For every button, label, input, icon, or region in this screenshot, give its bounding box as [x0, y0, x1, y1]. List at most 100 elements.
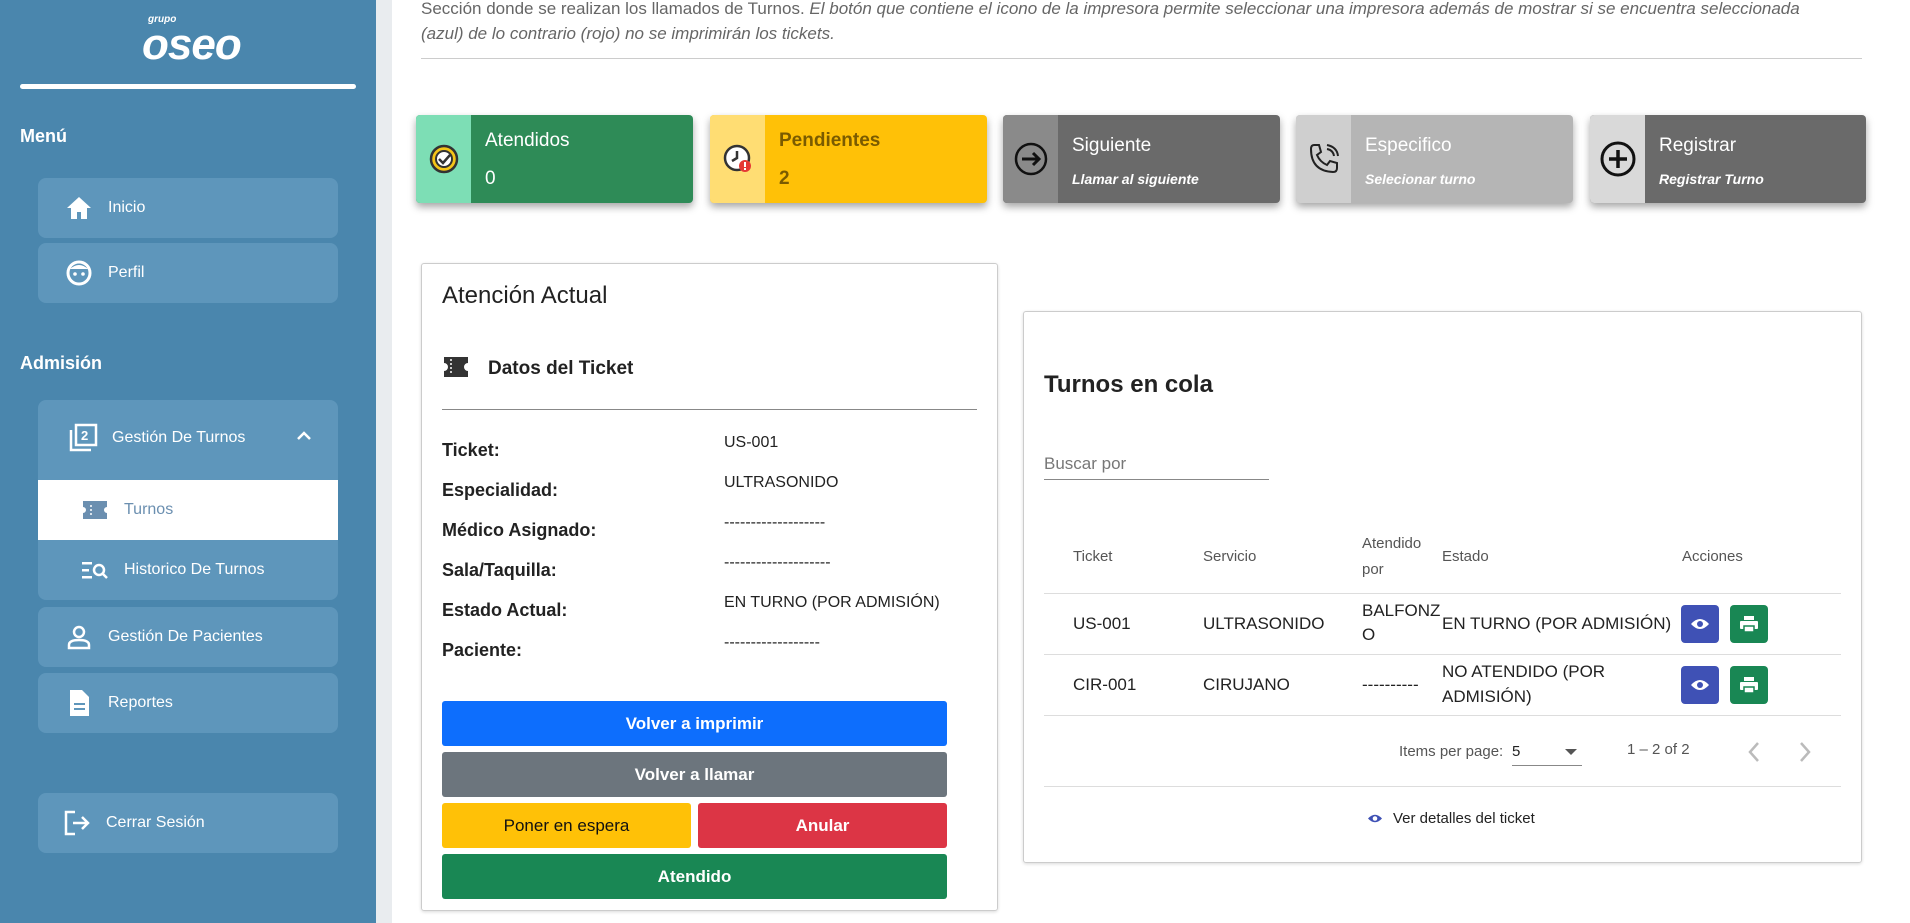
nav-perfil-label: Perfil — [108, 264, 145, 281]
logo: grupo oseo — [0, 0, 376, 85]
medico-label: Médico Asignado: — [442, 520, 597, 540]
col-header-estado[interactable]: Estado — [1442, 548, 1489, 565]
home-icon — [62, 191, 96, 225]
sala-value: -------------------- — [724, 554, 831, 571]
sala-label: Sala/Taquilla: — [442, 560, 557, 580]
row2-ticket: CIR-001 — [1073, 675, 1137, 694]
row1-view-button[interactable] — [1681, 605, 1719, 643]
eye-icon — [1691, 680, 1709, 690]
nav-gestion-pacientes-label: Gestión De Pacientes — [108, 628, 263, 645]
page-description: Sección donde se realizan los llamados d… — [421, 0, 1871, 46]
turnos-cola-title: Turnos en cola — [1044, 371, 1213, 398]
estado-label: Estado Actual: — [442, 600, 568, 620]
svg-text:2: 2 — [81, 428, 88, 443]
nav-inicio[interactable]: Inicio — [38, 178, 338, 238]
card-especifico[interactable]: Especifico Selecionar turno — [1296, 115, 1573, 203]
col-header-servicio[interactable]: Servicio — [1203, 548, 1256, 565]
card-atendidos-title: Atendidos — [485, 130, 570, 151]
datos-ticket-title: Datos del Ticket — [488, 358, 634, 379]
poner-espera-button[interactable]: Poner en espera — [442, 803, 691, 848]
chevron-up-icon[interactable] — [296, 428, 312, 446]
card-pendientes-value: 2 — [779, 168, 790, 189]
add-circle-icon — [1590, 115, 1645, 203]
nav-reportes[interactable]: Reportes — [38, 673, 338, 733]
card-atendidos-value: 0 — [485, 168, 496, 189]
row2-view-button[interactable] — [1681, 666, 1719, 704]
card-registrar-sub: Registrar Turno — [1659, 171, 1764, 187]
description-text-1: Sección donde se realizan los llamados d… — [421, 0, 805, 18]
ticket-value: US-001 — [724, 434, 779, 451]
row1-estado: EN TURNO (POR ADMISIÓN) — [1442, 614, 1672, 633]
nav-inicio-label: Inicio — [108, 199, 146, 216]
next-page-button[interactable] — [1798, 740, 1812, 769]
dropdown-arrow-icon — [1565, 749, 1577, 755]
previous-page-button[interactable] — [1747, 740, 1761, 769]
card-especifico-sub: Selecionar turno — [1365, 171, 1476, 187]
ver-detalles-label: Ver detalles del ticket — [1393, 810, 1535, 827]
nav-turnos-label: Turnos — [124, 501, 174, 518]
ticket-icon — [442, 355, 470, 384]
card-atendidos: Atendidos 0 — [416, 115, 693, 203]
paciente-label: Paciente: — [442, 640, 523, 660]
paciente-value: ------------------ — [724, 634, 820, 651]
ticket-label: Ticket: — [442, 440, 500, 460]
row2-estado: NO ATENDIDO (POR — [1442, 662, 1606, 681]
nav-historico-label: Historico De Turnos — [124, 561, 265, 578]
stack-number-icon: 2 — [66, 421, 100, 455]
search-input[interactable]: Buscar por — [1044, 444, 1269, 480]
divider — [1044, 715, 1841, 716]
card-siguiente[interactable]: Siguiente Llamar al siguiente — [1003, 115, 1280, 203]
medico-value: ------------------- — [724, 514, 826, 531]
chevron-left-icon — [1748, 742, 1759, 762]
col-header-ticket[interactable]: Ticket — [1073, 548, 1112, 565]
anular-button[interactable]: Anular — [698, 803, 947, 848]
eye-icon — [1368, 814, 1382, 823]
nav-turnos[interactable]: Turnos — [38, 480, 338, 540]
col-header-acciones: Acciones — [1682, 548, 1743, 565]
items-per-page-select[interactable]: 5 — [1512, 740, 1582, 766]
ticket-icon — [80, 495, 110, 525]
card-siguiente-sub: Llamar al siguiente — [1072, 171, 1199, 187]
row2-print-button[interactable] — [1730, 666, 1768, 704]
atencion-actual-title: Atención Actual — [442, 282, 608, 309]
nav-historico[interactable]: Historico De Turnos — [38, 540, 338, 600]
volver-imprimir-button[interactable]: Volver a imprimir — [442, 701, 947, 746]
list-search-icon — [80, 555, 110, 585]
description-text-3: (azul) de lo contrario (rojo) no se impr… — [421, 24, 835, 43]
items-per-page-value: 5 — [1512, 743, 1521, 760]
volver-llamar-button[interactable]: Volver a llamar — [442, 752, 947, 797]
atendido-button[interactable]: Atendido — [442, 854, 947, 899]
ver-detalles-link: Ver detalles del ticket — [1367, 810, 1535, 827]
nav-gestion-pacientes[interactable]: Gestión De Pacientes — [38, 607, 338, 667]
especialidad-value: ULTRASONIDO — [724, 474, 839, 491]
admision-section-title: Admisión — [20, 353, 103, 373]
printer-icon — [1740, 616, 1758, 633]
especialidad-label: Especialidad: — [442, 480, 559, 500]
row1-print-button[interactable] — [1730, 605, 1768, 643]
phone-ringing-icon — [1296, 115, 1351, 203]
eye-icon — [1691, 619, 1709, 629]
check-badge-icon — [416, 115, 471, 203]
nav-gestion-turnos[interactable]: 2 Gestión De Turnos — [38, 400, 338, 475]
nav-cerrar-sesion-label: Cerrar Sesión — [106, 814, 205, 831]
divider — [1044, 593, 1841, 594]
divider — [442, 409, 977, 410]
scrollbar[interactable] — [1892, 0, 1910, 923]
col-header-atendido-2: por — [1362, 561, 1384, 578]
card-pendientes-title: Pendientes — [779, 130, 881, 151]
row2-estado-2: ADMISIÓN) — [1442, 687, 1532, 706]
sidebar: grupo oseo Menú Inicio Perfil Admisión 2… — [0, 0, 376, 923]
nav-cerrar-sesion[interactable]: Cerrar Sesión — [38, 793, 338, 853]
document-icon — [62, 686, 96, 720]
card-registrar-title: Registrar — [1659, 135, 1737, 156]
face-icon — [62, 256, 96, 290]
logo-divider — [20, 84, 356, 89]
card-siguiente-title: Siguiente — [1072, 135, 1152, 156]
nav-perfil[interactable]: Perfil — [38, 243, 338, 303]
nav-group-gestion-turnos: 2 Gestión De Turnos Turnos Historico De … — [38, 400, 338, 600]
description-text-2: El botón que contiene el icono de la imp… — [804, 0, 1800, 18]
logo-big-text: oseo — [142, 20, 242, 69]
divider — [421, 58, 1862, 59]
card-registrar[interactable]: Registrar Registrar Turno — [1590, 115, 1866, 203]
col-header-atendido[interactable]: Atendido — [1362, 535, 1421, 552]
